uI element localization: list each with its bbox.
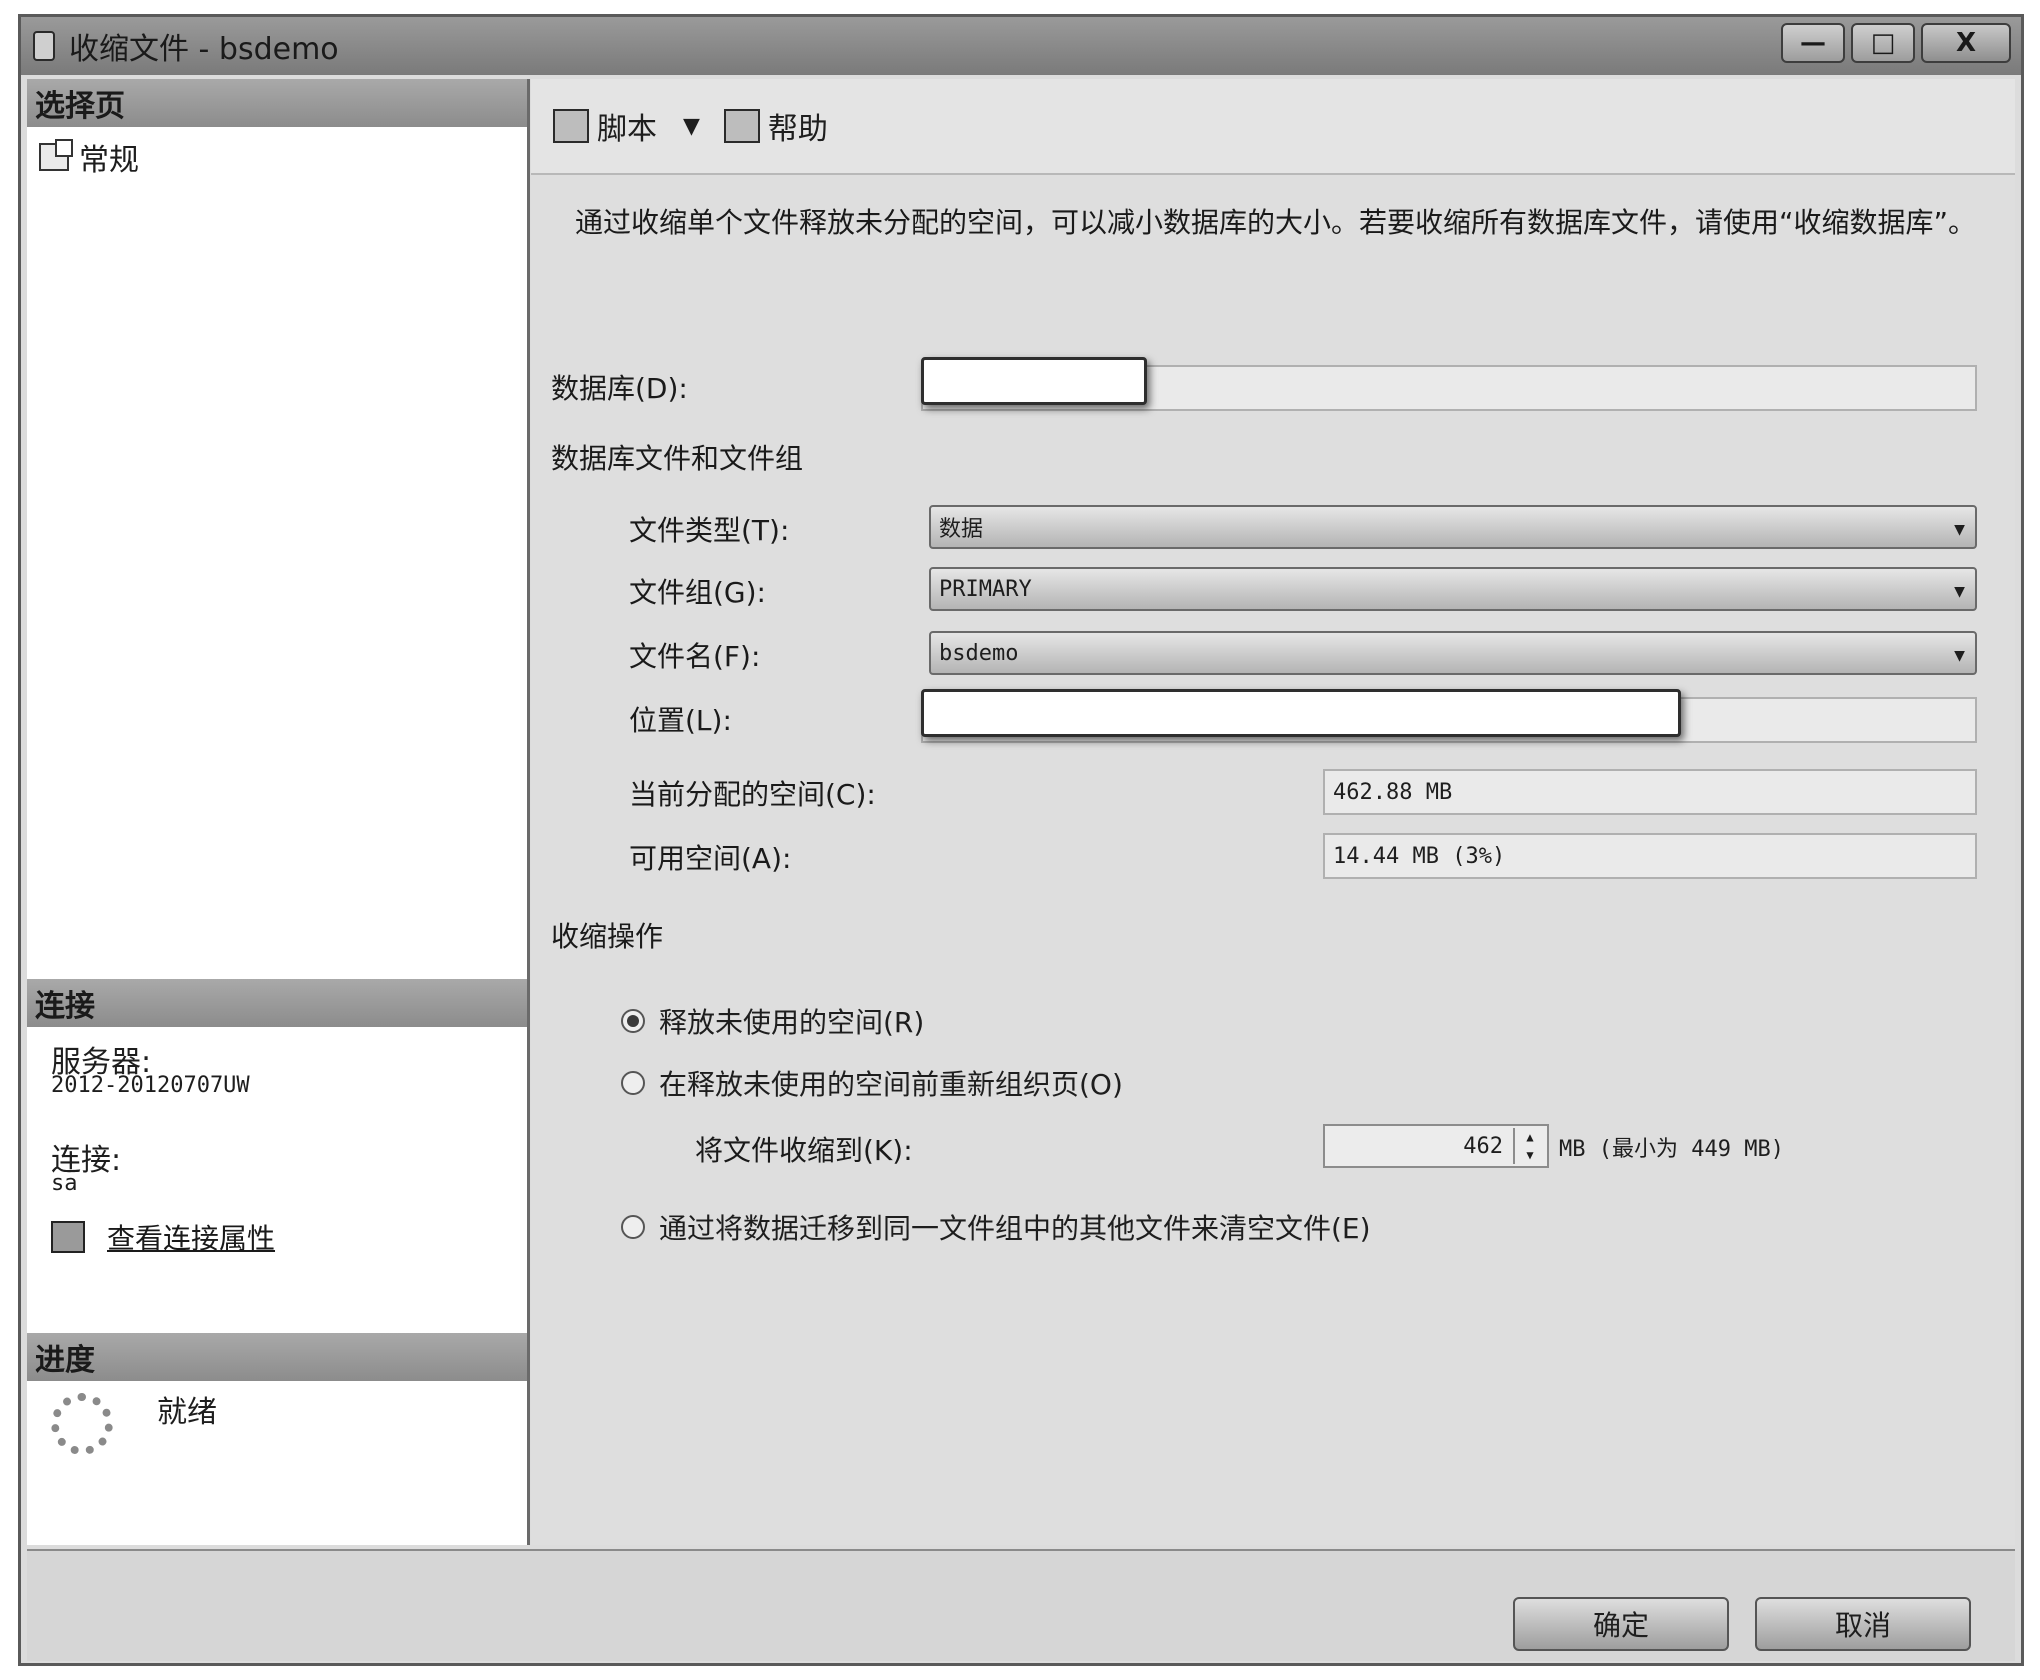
files-group-title: 数据库文件和文件组 <box>551 442 804 475</box>
connection-header: 连接 <box>27 979 527 1027</box>
filegroup-select[interactable]: PRIMARY ▼ <box>929 567 1977 611</box>
redacted-database-name <box>921 357 1147 405</box>
view-connection-properties[interactable]: 查看连接属性 <box>51 1217 275 1257</box>
left-pane: 选择页 常规 连接 服务器: 2012-20120707UW 连接: sa 查看… <box>27 79 530 1545</box>
database-icon <box>33 31 55 61</box>
shrink-to-unit: MB (最小为 449 MB) <box>1559 1137 1784 1162</box>
option-empty-label: 通过将数据迁移到同一文件组中的其他文件来清空文件(E) <box>659 1212 1371 1245</box>
chevron-down-icon: ▼ <box>1954 581 1965 602</box>
option-reorganize-label: 在释放未使用的空间前重新组织页(O) <box>659 1068 1123 1101</box>
script-dropdown-icon[interactable]: ▼ <box>683 114 700 139</box>
file-name-select[interactable]: bsdemo ▼ <box>929 631 1977 675</box>
allocated-space-label: 当前分配的空间(C): <box>629 778 876 811</box>
progress-spinner-icon <box>51 1393 113 1455</box>
window-title: 收缩文件 - bsdemo <box>69 32 339 67</box>
progress-status: 就绪 <box>157 1395 217 1430</box>
shrink-action-title: 收缩操作 <box>551 920 664 953</box>
help-button[interactable]: 帮助 <box>723 104 828 148</box>
file-type-label: 文件类型(T): <box>629 514 790 547</box>
title-bar: 收缩文件 - bsdemo — □ X <box>21 17 2021 75</box>
button-bar: 确定 取消 <box>27 1549 2015 1661</box>
script-label: 脚本 <box>597 112 657 147</box>
nav-item-general[interactable]: 常规 <box>39 135 139 179</box>
filegroup-label: 文件组(G): <box>629 576 766 609</box>
option-empty-file[interactable]: 通过将数据迁移到同一文件组中的其他文件来清空文件(E) <box>621 1207 1371 1247</box>
general-page-icon <box>39 139 73 171</box>
chevron-down-icon: ▼ <box>1954 519 1965 540</box>
redacted-location <box>921 689 1681 737</box>
shrink-to-stepper[interactable]: 462 ▲ ▼ <box>1323 1124 1549 1168</box>
progress-header: 进度 <box>27 1333 527 1381</box>
radio-selected-icon[interactable] <box>621 1009 645 1033</box>
maximize-button[interactable]: □ <box>1851 23 1915 63</box>
window-controls: — □ X <box>1781 23 2011 63</box>
file-name-label: 文件名(F): <box>629 640 761 673</box>
main-pane: 脚本 ▼ 帮助 通过收缩单个文件释放未分配的空间，可以减小数据库的大小。若要收缩… <box>531 79 2015 1545</box>
cancel-button[interactable]: 取消 <box>1755 1597 1971 1651</box>
file-type-select[interactable]: 数据 ▼ <box>929 505 1977 549</box>
select-page-header: 选择页 <box>27 79 527 127</box>
filegroup-value: PRIMARY <box>939 576 1032 602</box>
option-release-unused-space[interactable]: 释放未使用的空间(R) <box>621 1001 924 1041</box>
connection-value: sa <box>51 1171 78 1196</box>
database-label: 数据库(D): <box>551 372 688 405</box>
available-space-label: 可用空间(A): <box>629 842 792 875</box>
nav-item-label: 常规 <box>79 143 139 178</box>
file-name-value: bsdemo <box>939 640 1019 666</box>
stepper-arrows-icon[interactable]: ▲ ▼ <box>1513 1128 1545 1164</box>
server-value: 2012-20120707UW <box>51 1073 250 1098</box>
chevron-down-icon: ▼ <box>1954 645 1965 666</box>
close-button[interactable]: X <box>1921 23 2011 63</box>
script-button[interactable]: 脚本 <box>553 104 657 148</box>
view-connection-properties-link[interactable]: 查看连接属性 <box>107 1217 275 1257</box>
location-label: 位置(L): <box>629 704 732 737</box>
allocated-space-value: 462.88 MB <box>1323 769 1977 815</box>
description-text: 通过收缩单个文件释放未分配的空间，可以减小数据库的大小。若要收缩所有数据库文件，… <box>575 206 1977 239</box>
script-icon <box>553 109 589 143</box>
minimize-button[interactable]: — <box>1781 23 1845 63</box>
radio-icon[interactable] <box>621 1215 645 1239</box>
shrink-file-dialog: 收缩文件 - bsdemo — □ X 选择页 常规 连接 服务器: 2012-… <box>18 14 2024 1666</box>
radio-icon[interactable] <box>621 1071 645 1095</box>
connection-properties-icon <box>51 1221 85 1253</box>
help-icon <box>723 109 760 143</box>
option-release-label: 释放未使用的空间(R) <box>659 1006 925 1039</box>
help-label: 帮助 <box>767 112 828 147</box>
shrink-to-label: 将文件收缩到(K): <box>695 1134 913 1167</box>
option-reorganize-pages[interactable]: 在释放未使用的空间前重新组织页(O) <box>621 1063 1123 1103</box>
ok-button[interactable]: 确定 <box>1513 1597 1729 1651</box>
available-space-value: 14.44 MB (3%) <box>1323 833 1977 879</box>
file-type-value: 数据 <box>939 517 984 542</box>
toolbar: 脚本 ▼ 帮助 <box>531 79 2015 175</box>
shrink-to-value[interactable]: 462 <box>1463 1134 1503 1159</box>
